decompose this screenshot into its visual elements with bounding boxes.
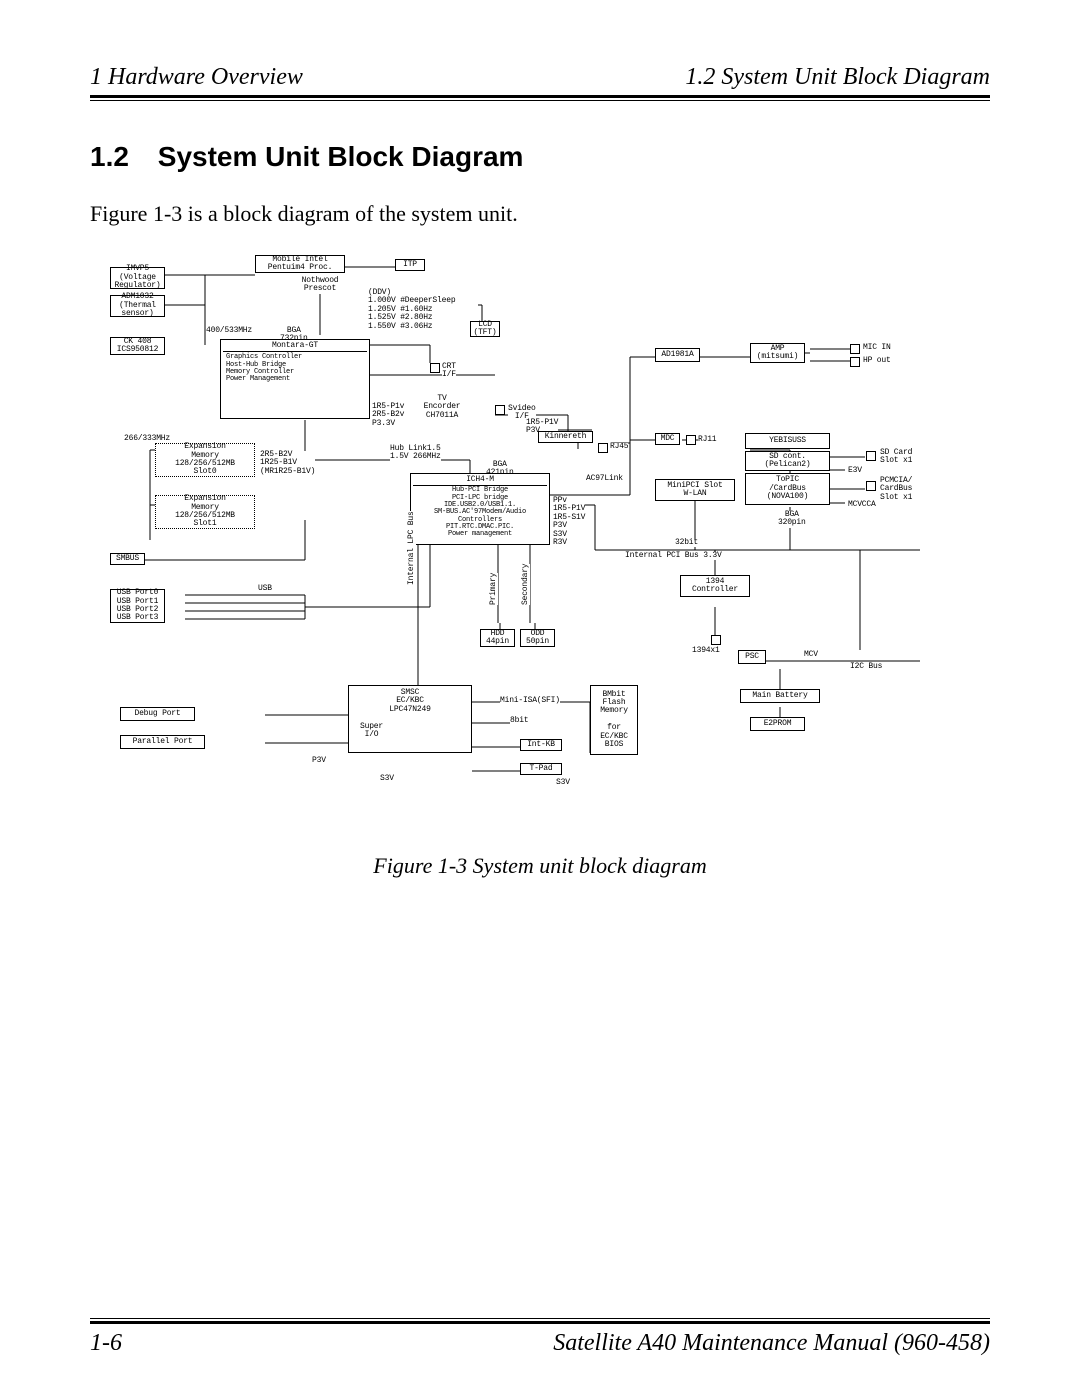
label-s3v: S3V (380, 775, 394, 783)
connector-mic (850, 344, 860, 354)
label-smsc: SMSCEC/KBCLPC47N249 (351, 687, 469, 716)
label-hp-out: HP out (863, 357, 891, 365)
block-psc: PSC (738, 650, 766, 664)
footer-rule-thick (90, 1321, 990, 1324)
label-e3v: E3V (848, 467, 862, 475)
block-kinnereth: Kinnereth (538, 431, 593, 443)
block-intkb: Int-KB (520, 739, 562, 751)
label-32bit: 32bit (675, 539, 698, 547)
block-ad1981a: AD1981A (655, 348, 700, 362)
figure-caption: Figure 1-3 System unit block diagram (90, 853, 990, 879)
label-bga320: BGA320pin (778, 511, 806, 528)
block-hdd: HDD44pin (480, 629, 515, 647)
connector-sdcard (866, 451, 876, 461)
block-amp: AMP(mitsumi) (750, 343, 805, 363)
header-right: 1.2 System Unit Block Diagram (685, 64, 990, 91)
label-tv: TVEncorderCH7011A (412, 395, 472, 420)
label-lpcbus: Internal LPC Bus (408, 511, 416, 585)
label-1394x1: 1394x1 (692, 647, 720, 655)
label-1r5: 1R5-P1v2R5-B2vP3.3V (372, 403, 404, 428)
block-usbports: USB Port0USB Port1USB Port2USB Port3 (110, 589, 165, 623)
header-left: 1 Hardware Overview (90, 64, 303, 91)
label-superio: SuperI/O (360, 723, 383, 740)
footer-rule-thin (90, 1318, 990, 1319)
label-nothwood: NothwoodPrescot (290, 277, 350, 294)
block-1394ctrl: 1394Controller (680, 575, 750, 597)
connector-crt (430, 363, 440, 373)
section-heading: 1.2 System Unit Block Diagram (90, 141, 990, 173)
label-rj45: RJ45 (610, 443, 628, 451)
label-primary: Primary (490, 573, 498, 605)
label-sdcard: SD CardSlot x1 (880, 449, 912, 466)
block-lcd: LCD(TFT) (470, 321, 500, 337)
label-bus400: 400/533MHz (206, 327, 252, 335)
footer-left: 1-6 (90, 1330, 122, 1357)
block-topic: ToPIC/CardBus(NOVA100) (745, 473, 830, 505)
block-itp: ITP (395, 259, 425, 271)
block-ich4m: ICH4-M Hub-PCI BridgePCI-LPC bridgeIDE.U… (410, 473, 550, 545)
label-mcv: MCV (804, 651, 818, 659)
page-footer: 1-6 Satellite A40 Maintenance Manual (96… (90, 1318, 990, 1357)
block-minipci: MiniPCI SlotW-LAN (655, 479, 735, 501)
block-ck408: CK 408ICS950812 (110, 337, 165, 355)
label-ac97: AC97Link (586, 475, 623, 483)
label-mic-in: MIC IN (863, 344, 891, 352)
label-miniisa: Mini-ISA(SFI) (500, 697, 560, 705)
block-sdcont: SD cont.(Pelican2) (745, 451, 830, 471)
block-cpu: Mobile IntelPentuim4 Proc. (255, 255, 345, 273)
block-adm1032: ADM1032(Thermalsensor) (110, 295, 165, 317)
block-debug: Debug Port (120, 707, 195, 721)
label-rj11: RJ11 (698, 436, 716, 444)
label-ddv: (DDV)1.000V #DeeperSleep1.205V #1.60Hz1.… (368, 289, 478, 331)
section-number: 1.2 (90, 141, 150, 173)
connector-hp (850, 357, 860, 367)
header-rule-thin (90, 100, 990, 101)
block-odd: ODD50pin (520, 629, 555, 647)
block-smsc: SMSCEC/KBCLPC47N249 (348, 685, 472, 753)
block-mdc: MDC (655, 433, 680, 445)
label-p3v: P3V (312, 757, 326, 765)
label-hublink: Hub Link1.51.5V 266MHz (390, 445, 441, 462)
connector-rj11 (686, 435, 696, 445)
footer-right: Satellite A40 Maintenance Manual (960-45… (553, 1330, 990, 1357)
block-diagram: IMVP5(VoltageRegulator) ADM1032(Thermals… (90, 245, 990, 845)
block-tpad: T-Pad (520, 763, 562, 775)
connector-pcmcia (866, 481, 876, 491)
label-ppv: PPv1R5-P1V1R5-S1VP3VS3VR3V (553, 497, 585, 547)
label-exp0-note: 2R5-B2V1R25-B1V(MR1R25-B1V) (260, 451, 315, 476)
section-title: System Unit Block Diagram (158, 141, 524, 172)
label-ich4m-note: Hub-PCI BridgePCI-LPC bridgeIDE.USB2.0/U… (413, 486, 547, 539)
connector-svideo (495, 405, 505, 415)
label-montara-note: Graphics ControllerHost-Hub BridgeMemory… (223, 352, 367, 385)
block-montara: Montara-GT Graphics ControllerHost-Hub B… (220, 339, 370, 419)
label-usb: USB (258, 585, 272, 593)
label-mcvcca: MCVCCA (848, 501, 876, 509)
block-smbus: SMBUS (110, 553, 145, 565)
label-montara: Montara-GT (223, 341, 367, 352)
connector-1394 (711, 635, 721, 645)
block-parallel: Parallel Port (120, 735, 205, 749)
label-pci33: Internal PCI Bus 3.3V (625, 552, 722, 560)
label-pcmcia: PCMCIA/CardBusSlot x1 (880, 477, 912, 502)
block-yebisuss: YEBISUSS (745, 433, 830, 449)
header-rule-thick (90, 95, 990, 98)
label-i2c: I2C Bus (850, 663, 882, 671)
intro-text: Figure 1-3 is a block diagram of the sys… (90, 201, 990, 227)
block-imvp5: IMVP5(VoltageRegulator) (110, 267, 165, 289)
label-crt: CRTI/F (442, 363, 456, 380)
label-ich4m: ICH4-M (413, 475, 547, 486)
block-e2prom: E2PROM (750, 717, 805, 731)
label-8bit: 8bit (510, 717, 528, 725)
connector-rj45 (598, 443, 608, 453)
block-bmbit: BMbitFlashMemoryforEC/KBCBIOS (590, 685, 638, 755)
block-exp1: ExpansionMemory128/256/512MBSlot1 (155, 495, 255, 529)
label-s3v2: S3V (556, 779, 570, 787)
label-secondary: Secondary (522, 564, 530, 605)
block-exp0: ExpansionMemory128/256/512MBSlot0 (155, 443, 255, 477)
block-mainbat: Main Battery (740, 689, 820, 703)
